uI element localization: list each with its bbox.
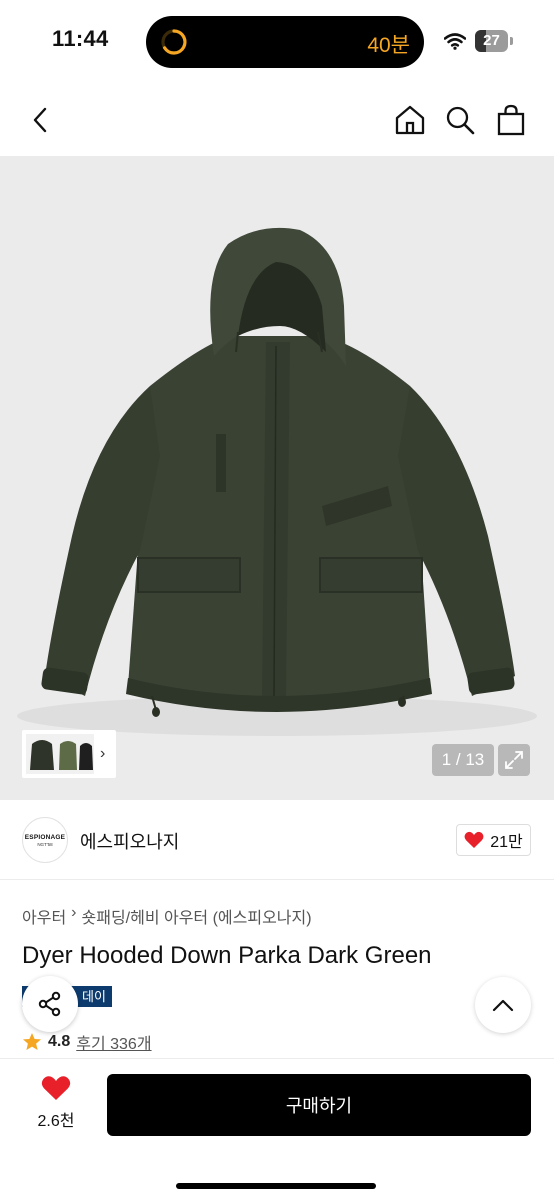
- brand-like-button[interactable]: 21만: [456, 824, 531, 856]
- wishlist-button[interactable]: 2.6천: [24, 1075, 88, 1139]
- back-button[interactable]: [20, 100, 60, 140]
- timer-ring-icon: [161, 29, 187, 55]
- home-icon: [395, 105, 425, 135]
- search-icon: [446, 106, 475, 135]
- scroll-top-button[interactable]: [475, 977, 531, 1033]
- breadcrumb-item-category[interactable]: 숏패딩/헤비 아우터 (에스피오나지): [82, 904, 312, 928]
- battery-icon: 27: [475, 30, 513, 52]
- thumbnail-strip-button[interactable]: ›: [22, 730, 116, 778]
- home-button[interactable]: [390, 100, 430, 140]
- image-page-counter: 1 / 13: [432, 744, 494, 776]
- heart-icon: [41, 1076, 71, 1100]
- heart-icon: [464, 831, 484, 848]
- dynamic-island[interactable]: 40분: [146, 16, 424, 68]
- breadcrumb: 아우터 › 숏패딩/헤비 아우터 (에스피오나지): [22, 904, 312, 928]
- star-icon: [23, 1033, 41, 1050]
- rating-value: 4.8: [48, 1033, 71, 1050]
- chevron-up-icon: [492, 999, 514, 1012]
- shopping-bag-icon: [497, 104, 525, 136]
- product-title: Dyer Hooded Down Parka Dark Green: [22, 942, 432, 969]
- buy-button[interactable]: 구매하기: [107, 1074, 531, 1136]
- brand-logo[interactable]: ESPIONAGE NGT'58: [22, 817, 68, 863]
- status-time: 11:44: [52, 26, 109, 51]
- chevron-left-icon: [33, 107, 47, 133]
- share-button[interactable]: [22, 976, 78, 1032]
- rating-row: 4.8 후기 336개: [22, 1030, 152, 1054]
- nav-bar: [0, 82, 554, 156]
- search-button[interactable]: [440, 100, 480, 140]
- brand-logo-text: ESPIONAGE: [24, 833, 66, 841]
- brand-row: ESPIONAGE NGT'58 에스피오나지 21만: [0, 800, 554, 880]
- battery-level: 27: [483, 32, 500, 49]
- thumbnail-chevron-icon: ›: [100, 745, 106, 762]
- cart-button[interactable]: [491, 100, 531, 140]
- breadcrumb-item-outer[interactable]: 아우터: [22, 904, 66, 928]
- expand-icon: [505, 751, 523, 769]
- activity-timer-text: 40분: [367, 34, 410, 57]
- brand-name[interactable]: 에스피오나지: [80, 828, 179, 854]
- expand-image-button[interactable]: [498, 744, 530, 776]
- share-icon: [38, 991, 61, 1017]
- brand-like-count: 21만: [490, 834, 523, 851]
- product-photo-jacket: [17, 227, 537, 736]
- wifi-icon: [444, 33, 466, 50]
- product-image-gallery[interactable]: › 1 / 13: [0, 156, 554, 800]
- bottom-action-bar: 2.6천 구매하기: [0, 1058, 554, 1200]
- status-bar: 11:44 40분 27: [0, 0, 554, 82]
- wishlist-count: 2.6천: [37, 1113, 75, 1130]
- thumbnail-images: [26, 734, 94, 774]
- breadcrumb-separator-icon: ›: [71, 904, 77, 921]
- review-count-link[interactable]: 후기 336개: [76, 1030, 151, 1054]
- home-indicator: [176, 1183, 376, 1189]
- brand-logo-subtext: NGT'58: [37, 841, 53, 847]
